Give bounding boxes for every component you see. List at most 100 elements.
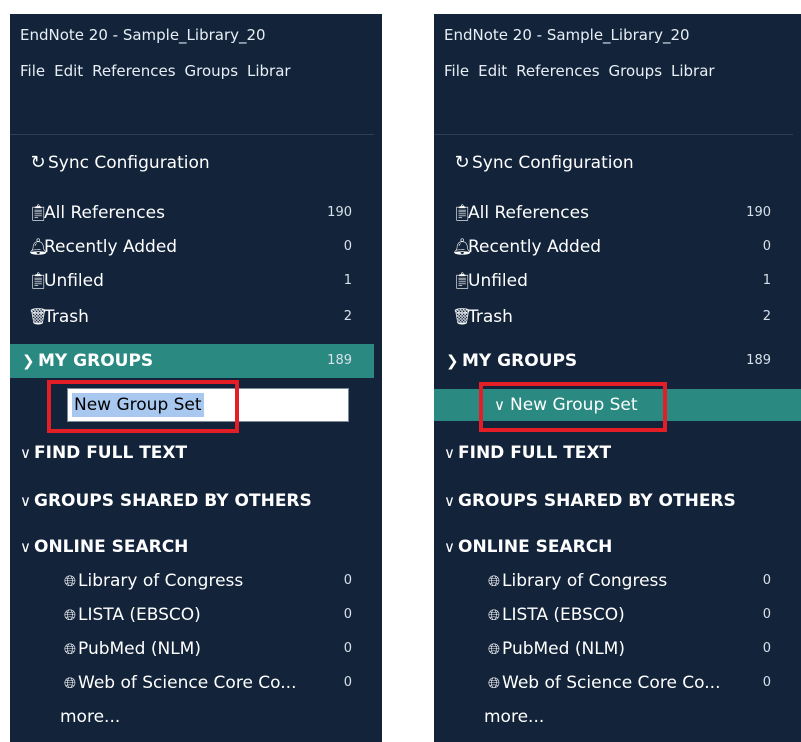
unfiled-count: 1 xyxy=(762,273,771,288)
find-full-text-label: FIND FULL TEXT xyxy=(34,443,188,463)
online-item-label: Web of Science Core Co... xyxy=(502,673,721,693)
recently-added-count: 0 xyxy=(343,239,352,254)
find-full-text-label: FIND FULL TEXT xyxy=(458,443,612,463)
sync-configuration[interactable]: ↻ Sync Configuration xyxy=(10,148,382,178)
my-groups-header[interactable]: ❯ MY GROUPS 189 xyxy=(434,346,801,376)
online-item-pubmed[interactable]: 🌐︎ PubMed (NLM) 0 xyxy=(434,634,801,664)
online-item-label: PubMed (NLM) xyxy=(78,639,201,659)
online-item-lista[interactable]: 🌐︎ LISTA (EBSCO) 0 xyxy=(434,600,801,630)
sync-icon: ↻ xyxy=(30,152,46,173)
online-item-label: LISTA (EBSCO) xyxy=(502,605,625,625)
online-item-label: LISTA (EBSCO) xyxy=(78,605,201,625)
sync-icon: ↻ xyxy=(454,152,470,173)
globe-icon: 🌐︎ xyxy=(487,674,500,692)
menu-edit[interactable]: Edit xyxy=(54,62,83,80)
my-groups-header[interactable]: ❯ MY GROUPS 189 xyxy=(10,346,382,376)
menu-library[interactable]: Librar xyxy=(671,62,715,80)
menu-bar: File Edit References Groups Librar xyxy=(444,62,724,80)
online-item-web-of-science[interactable]: 🌐︎ Web of Science Core Co... 0 xyxy=(10,668,382,698)
globe-icon: 🌐︎ xyxy=(63,674,76,692)
chevron-right-icon: ❯ xyxy=(22,352,35,370)
sidebar-panel-right: EndNote 20 - Sample_Library_20 File Edit R… xyxy=(434,14,801,742)
more-link[interactable]: more... xyxy=(434,702,801,732)
globe-icon: 🌐︎ xyxy=(63,572,76,590)
divider xyxy=(10,134,374,135)
sidebar-item-trash[interactable]: 🗑︎ Trash 2 xyxy=(10,302,382,332)
chevron-down-icon: ∨ xyxy=(20,492,31,510)
unfiled-count: 1 xyxy=(343,273,352,288)
globe-icon: 🌐︎ xyxy=(63,606,76,624)
my-groups-label: MY GROUPS xyxy=(462,351,578,371)
trash-label: Trash xyxy=(44,307,89,327)
online-item-web-of-science[interactable]: 🌐︎ Web of Science Core Co... 0 xyxy=(434,668,801,698)
sidebar-item-recently-added[interactable]: 🔔︎ Recently Added 0 xyxy=(10,232,382,262)
groups-shared-label: GROUPS SHARED BY OTHERS xyxy=(34,491,312,511)
chevron-down-icon: ∨ xyxy=(20,444,31,462)
sidebar-item-all-references[interactable]: 📋︎ All References 190 xyxy=(434,198,801,228)
sidebar-panel-left: EndNote 20 - Sample_Library_20 File Edit R… xyxy=(10,14,382,742)
chevron-down-icon: ∨ xyxy=(20,538,31,556)
online-item-label: Web of Science Core Co... xyxy=(78,673,297,693)
online-item-count: 0 xyxy=(343,675,352,690)
groups-shared-header[interactable]: ∨ GROUPS SHARED BY OTHERS xyxy=(434,486,801,516)
find-full-text-header[interactable]: ∨ FIND FULL TEXT xyxy=(434,438,801,468)
menu-library[interactable]: Librar xyxy=(247,62,291,80)
recently-added-count: 0 xyxy=(762,239,771,254)
menu-references[interactable]: References xyxy=(516,62,599,80)
all-references-label: All References xyxy=(468,203,589,223)
all-references-count: 190 xyxy=(746,205,771,220)
highlight-box xyxy=(479,382,667,432)
my-groups-count: 189 xyxy=(746,353,771,368)
menu-bar: File Edit References Groups Librar xyxy=(20,62,300,80)
globe-icon: 🌐︎ xyxy=(487,606,500,624)
online-item-library-of-congress[interactable]: 🌐︎ Library of Congress 0 xyxy=(434,566,801,596)
all-references-label: All References xyxy=(44,203,165,223)
online-item-count: 0 xyxy=(343,641,352,656)
menu-file[interactable]: File xyxy=(444,62,469,80)
sync-configuration[interactable]: ↻ Sync Configuration xyxy=(434,148,801,178)
online-item-label: PubMed (NLM) xyxy=(502,639,625,659)
menu-groups[interactable]: Groups xyxy=(185,62,238,80)
online-item-count: 0 xyxy=(762,607,771,622)
online-search-header[interactable]: ∨ ONLINE SEARCH xyxy=(434,532,801,562)
globe-icon: 🌐︎ xyxy=(63,640,76,658)
sidebar-item-all-references[interactable]: 📋︎ All References 190 xyxy=(10,198,382,228)
sidebar-item-trash[interactable]: 🗑︎ Trash 2 xyxy=(434,302,801,332)
trash-label: Trash xyxy=(468,307,513,327)
recently-added-label: Recently Added xyxy=(44,237,178,257)
globe-icon: 🌐︎ xyxy=(487,572,500,590)
unfiled-label: Unfiled xyxy=(468,271,528,291)
more-label: more... xyxy=(60,707,121,727)
more-label: more... xyxy=(484,707,545,727)
online-item-pubmed[interactable]: 🌐︎ PubMed (NLM) 0 xyxy=(10,634,382,664)
chevron-right-icon: ❯ xyxy=(446,352,459,370)
online-item-count: 0 xyxy=(762,641,771,656)
my-groups-count: 189 xyxy=(327,353,352,368)
highlight-box xyxy=(47,380,239,433)
more-link[interactable]: more... xyxy=(10,702,382,732)
all-references-count: 190 xyxy=(327,205,352,220)
unfiled-label: Unfiled xyxy=(44,271,104,291)
sidebar-item-unfiled[interactable]: 📋︎ Unfiled 1 xyxy=(10,266,382,296)
recently-added-label: Recently Added xyxy=(468,237,602,257)
online-item-lista[interactable]: 🌐︎ LISTA (EBSCO) 0 xyxy=(10,600,382,630)
window-title: EndNote 20 - Sample_Library_20 xyxy=(444,26,690,44)
online-item-count: 0 xyxy=(343,573,352,588)
online-item-count: 0 xyxy=(343,607,352,622)
online-search-header[interactable]: ∨ ONLINE SEARCH xyxy=(10,532,382,562)
online-item-count: 0 xyxy=(762,573,771,588)
menu-edit[interactable]: Edit xyxy=(478,62,507,80)
sidebar-item-recently-added[interactable]: 🔔︎ Recently Added 0 xyxy=(434,232,801,262)
online-item-label: Library of Congress xyxy=(78,571,244,591)
sidebar-item-unfiled[interactable]: 📋︎ Unfiled 1 xyxy=(434,266,801,296)
trash-count: 2 xyxy=(343,309,352,324)
online-item-library-of-congress[interactable]: 🌐︎ Library of Congress 0 xyxy=(10,566,382,596)
chevron-down-icon: ∨ xyxy=(444,444,455,462)
menu-references[interactable]: References xyxy=(92,62,175,80)
menu-file[interactable]: File xyxy=(20,62,45,80)
groups-shared-header[interactable]: ∨ GROUPS SHARED BY OTHERS xyxy=(10,486,382,516)
find-full-text-header[interactable]: ∨ FIND FULL TEXT xyxy=(10,438,382,468)
sync-label: Sync Configuration xyxy=(472,153,634,173)
menu-groups[interactable]: Groups xyxy=(609,62,662,80)
divider xyxy=(434,134,793,135)
